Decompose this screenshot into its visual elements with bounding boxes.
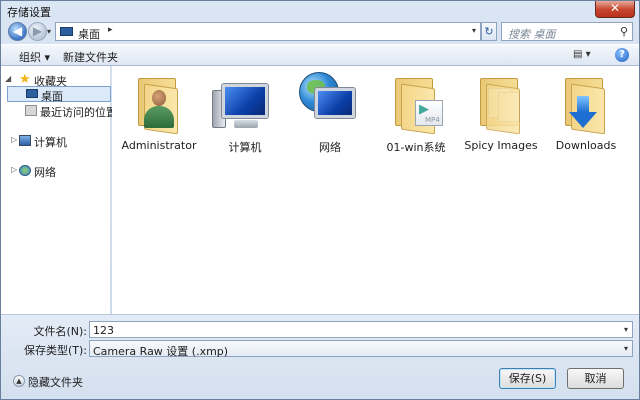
nav-item-computer[interactable]: ▷ 计算机 — [1, 133, 111, 149]
help-icon[interactable]: ? — [615, 48, 629, 62]
file-item-label: Administrator — [121, 139, 197, 152]
cancel-button[interactable]: 取消 — [567, 368, 624, 389]
filetype-value[interactable]: Camera Raw 设置 (.xmp) — [93, 343, 228, 359]
star-icon: ★ — [19, 72, 31, 87]
chevron-down-icon[interactable]: ▾ — [624, 344, 628, 353]
forward-button[interactable]: ▶ — [28, 22, 47, 41]
organize-menu-button[interactable]: 组织 ▾ — [19, 49, 50, 65]
file-item-administrator[interactable]: Administrator — [114, 66, 204, 156]
computer-icon — [222, 84, 268, 118]
chevron-up-icon[interactable]: ▲ — [13, 375, 25, 387]
expand-icon[interactable]: ◢ — [5, 74, 11, 83]
file-item-label: 计算机 — [228, 141, 262, 154]
search-icon[interactable]: ⚲ — [620, 25, 628, 38]
network-monitor — [315, 88, 355, 118]
nav-item-desktop[interactable]: 桌面 — [7, 86, 111, 103]
close-button[interactable]: ✕ — [595, 1, 635, 18]
chevron-down-icon[interactable]: ▾ — [472, 26, 476, 35]
user-folder-icon — [144, 106, 174, 128]
nav-item-label: 网络 — [34, 166, 56, 179]
history-dropdown-icon[interactable]: ▾ — [47, 27, 51, 36]
filetype-label: 保存类型(T): — [23, 344, 87, 357]
nav-item-label: 计算机 — [34, 136, 67, 149]
nav-item-label: 桌面 — [41, 90, 63, 103]
nav-item-network[interactable]: ▷ 网络 — [1, 163, 111, 179]
toolbar: 组织 ▾ 新建文件夹 ▤ ▾ ? — [1, 44, 639, 66]
expand-icon[interactable]: ▷ — [11, 165, 17, 174]
window-title: 存储设置 — [7, 6, 51, 19]
chevron-right-icon[interactable]: ▸ — [108, 25, 113, 35]
file-item-label: Downloads — [555, 139, 617, 152]
mp4-badge: MP4 — [425, 116, 440, 124]
new-folder-button[interactable]: 新建文件夹 — [63, 49, 118, 65]
file-list: Administrator 计算机 网络 ▶ MP4 01-win系统 Spic… — [112, 66, 639, 314]
address-location[interactable]: 桌面 — [78, 26, 100, 42]
filename-value[interactable]: 123 — [93, 324, 114, 337]
save-button[interactable]: 保存(S) — [499, 368, 556, 389]
refresh-button[interactable]: ↻ — [481, 22, 497, 41]
chevron-down-icon[interactable]: ▾ — [624, 325, 628, 334]
computer-stand — [234, 120, 258, 128]
file-item-01-win[interactable]: ▶ MP4 01-win系统 — [371, 66, 461, 156]
search-placeholder: 搜索 桌面 — [508, 28, 556, 41]
filename-label: 文件名(N): — [33, 325, 87, 338]
nav-item-label: 最近访问的位置 — [40, 106, 117, 119]
file-item-network[interactable]: 网络 — [285, 66, 375, 156]
search-input[interactable]: 搜索 桌面 ⚲ — [501, 22, 633, 41]
view-options-button[interactable]: ▤ ▾ — [573, 49, 591, 60]
file-item-computer[interactable]: 计算机 — [200, 66, 290, 156]
file-item-label: 网络 — [319, 141, 341, 154]
folder-front — [486, 83, 520, 135]
navigation-pane: ◢ ★ 收藏夹 桌面 最近访问的位置 ▷ 计算机 ▷ 网络 — [1, 66, 117, 314]
hide-folders-label[interactable]: 隐藏文件夹 — [28, 374, 83, 390]
expand-icon[interactable]: ▷ — [11, 135, 17, 144]
recent-places-icon — [25, 105, 37, 116]
back-button[interactable]: ◀ — [8, 22, 27, 41]
title-bar: 存储设置 ✕ — [1, 1, 639, 19]
file-item-downloads[interactable]: Downloads — [541, 66, 631, 156]
save-dialog: 存储设置 ✕ ◀ ▶ ▾ 桌面 ▸ ▾ ↻ 搜索 桌面 ⚲ 组织 ▾ 新建文件夹… — [0, 0, 640, 400]
file-item-spicy-images[interactable]: Spicy Images — [456, 66, 546, 156]
address-bar[interactable]: 桌面 ▸ ▾ — [55, 22, 481, 41]
file-item-label: Spicy Images — [464, 139, 538, 152]
desktop-icon — [26, 89, 38, 98]
file-item-label: 01-win系统 — [386, 141, 446, 154]
downloads-folder-icon — [577, 96, 589, 112]
nav-item-recent-places[interactable]: 最近访问的位置 — [1, 103, 117, 119]
desktop-icon — [60, 27, 73, 36]
user-head — [152, 90, 166, 106]
play-icon: ▶ — [419, 102, 429, 117]
network-icon — [19, 165, 31, 176]
download-arrow-icon — [569, 112, 597, 128]
save-options-panel: 文件名(N): 123 ▾ 保存类型(T): Camera Raw 设置 (.x… — [1, 314, 639, 399]
filename-field[interactable]: 123 ▾ — [89, 321, 633, 338]
filetype-select[interactable]: Camera Raw 设置 (.xmp) ▾ — [89, 340, 633, 359]
computer-icon — [19, 135, 31, 146]
